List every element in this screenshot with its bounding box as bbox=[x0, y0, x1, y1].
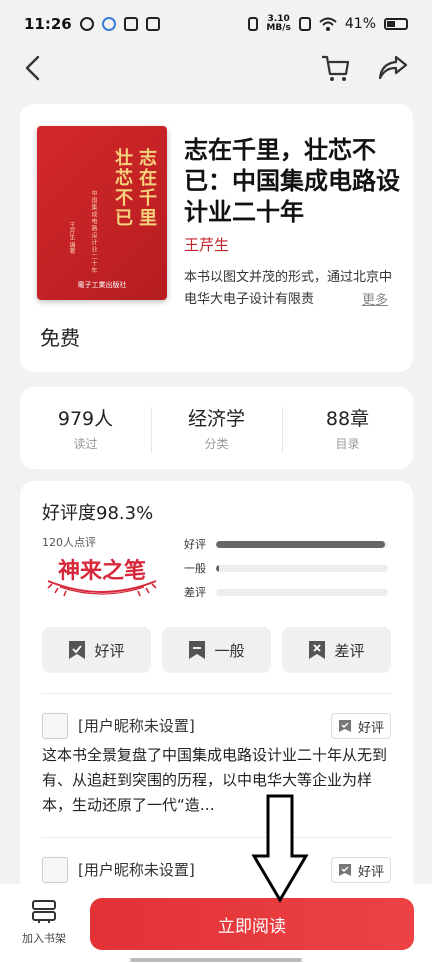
bar-label: 差评 bbox=[184, 586, 206, 599]
status-time: 11:26 bbox=[24, 15, 72, 33]
battery-percent: 41% bbox=[344, 16, 376, 32]
battery-icon bbox=[384, 18, 408, 30]
home-indicator[interactable] bbox=[130, 958, 302, 962]
status-bar: 11:26 3.10 MB/s 41% bbox=[0, 0, 432, 48]
stat-chapters[interactable]: 88章 目录 bbox=[282, 405, 413, 453]
bar-row-bad: 差评 bbox=[184, 584, 388, 600]
thumbs-up-icon bbox=[338, 720, 351, 732]
bar-row-good: 好评 bbox=[184, 536, 388, 552]
cover-subtitle: 中国集成电路设计业二十年 bbox=[90, 190, 97, 274]
cover-author: 王芹生 编著 bbox=[68, 222, 75, 254]
review-tag: 好评 bbox=[331, 713, 391, 739]
message-icon bbox=[123, 17, 138, 31]
neutral-icon bbox=[189, 641, 206, 659]
cover-publisher: 電子工業出版社 bbox=[77, 281, 127, 289]
more-link[interactable]: 更多 bbox=[360, 289, 389, 308]
wifi-icon bbox=[319, 17, 337, 31]
stat-label: 读过 bbox=[73, 436, 98, 451]
back-icon[interactable] bbox=[18, 52, 50, 84]
vote-neutral-label: 一般 bbox=[214, 641, 245, 660]
badge-text: 神来之笔 bbox=[58, 558, 146, 584]
down-arrow-icon bbox=[251, 794, 309, 903]
net-speed-unit: MB/s bbox=[266, 23, 291, 33]
read-now-button[interactable]: 立即阅读 bbox=[90, 898, 414, 950]
bar-fill-neutral bbox=[216, 564, 219, 572]
book-cover[interactable]: 志在千里 壮芯不已 中国集成电路设计业二十年 王芹生 编著 電子工業出版社 bbox=[37, 126, 167, 300]
avatar[interactable] bbox=[42, 857, 68, 883]
thumbs-up-icon bbox=[69, 641, 86, 659]
book-info-card: 志在千里 壮芯不已 中国集成电路设计业二十年 王芹生 编著 電子工業出版社 志在… bbox=[20, 104, 413, 372]
thumbs-down-icon bbox=[309, 641, 326, 659]
bottom-action-bar: 加入书架 立即阅读 bbox=[0, 884, 432, 964]
stat-label: 分类 bbox=[204, 436, 229, 451]
bar-track bbox=[216, 564, 388, 572]
review-user-name[interactable]: [用户昵称未设置] bbox=[78, 715, 195, 736]
stat-readers[interactable]: 979人 读过 bbox=[20, 405, 151, 452]
cart-icon[interactable] bbox=[318, 50, 352, 84]
bookshelf-icon bbox=[32, 900, 56, 923]
bar-track bbox=[216, 540, 388, 548]
vote-good-button[interactable]: 好评 bbox=[42, 627, 151, 673]
stat-value: 88章 bbox=[325, 407, 370, 430]
no-sim-icon bbox=[298, 17, 311, 31]
vote-bad-label: 差评 bbox=[334, 641, 365, 660]
divider bbox=[42, 837, 391, 838]
bar-label: 好评 bbox=[184, 538, 206, 551]
rating-badge: 神来之笔 bbox=[47, 558, 157, 597]
review-tag-label: 好评 bbox=[357, 720, 384, 736]
app-icon bbox=[101, 17, 116, 31]
bar-row-neutral: 一般 bbox=[184, 560, 388, 576]
stat-category[interactable]: 经济学 分类 bbox=[151, 405, 282, 453]
review-tag: 好评 bbox=[331, 857, 391, 883]
review-text[interactable]: 这本书全景复盘了中国集成电路设计业二十年从无到有、从追赶到突围的历程，以中电华大… bbox=[42, 743, 392, 818]
rating-title: 好评度98.3% bbox=[42, 503, 154, 524]
bar-track bbox=[216, 588, 388, 596]
book-price: 免费 bbox=[40, 326, 80, 350]
bar-fill-good bbox=[216, 540, 386, 548]
mail-icon bbox=[145, 17, 160, 31]
vote-neutral-button[interactable]: 一般 bbox=[162, 627, 271, 673]
notification-icon bbox=[79, 17, 94, 31]
divider bbox=[42, 693, 391, 694]
bar-label: 一般 bbox=[184, 562, 206, 575]
review-card: 好评度98.3% 120人点评 神来之笔 好评 一般 差评 好评 一般 差评 [… bbox=[20, 481, 413, 901]
stat-value: 979人 bbox=[57, 407, 114, 430]
add-to-shelf-button[interactable]: 加入书架 bbox=[16, 898, 72, 946]
thumbs-up-icon bbox=[338, 864, 351, 876]
add-to-shelf-label: 加入书架 bbox=[22, 932, 66, 945]
vote-bad-button[interactable]: 差评 bbox=[282, 627, 391, 673]
book-title: 志在千里，壮芯不已：中国集成电路设计业二十年 bbox=[184, 135, 400, 226]
avatar[interactable] bbox=[42, 713, 68, 739]
review-tag-label: 好评 bbox=[357, 864, 384, 880]
book-author[interactable]: 王芹生 bbox=[184, 234, 229, 255]
share-icon[interactable] bbox=[376, 50, 410, 84]
nav-bar bbox=[0, 48, 432, 88]
vibrate-icon bbox=[248, 17, 259, 31]
network-speed: 3.10 MB/s bbox=[266, 15, 290, 33]
stats-card: 979人 读过 经济学 分类 88章 目录 bbox=[20, 387, 413, 469]
cover-title-line2: 壮芯不已 bbox=[112, 148, 133, 228]
cover-title-line1: 志在千里 bbox=[136, 148, 157, 228]
review-user-name[interactable]: [用户昵称未设置] bbox=[78, 859, 195, 880]
stat-label: 目录 bbox=[335, 436, 360, 451]
vote-good-label: 好评 bbox=[94, 641, 125, 660]
rating-count: 120人点评 bbox=[42, 536, 96, 549]
stat-value: 经济学 bbox=[187, 407, 245, 430]
